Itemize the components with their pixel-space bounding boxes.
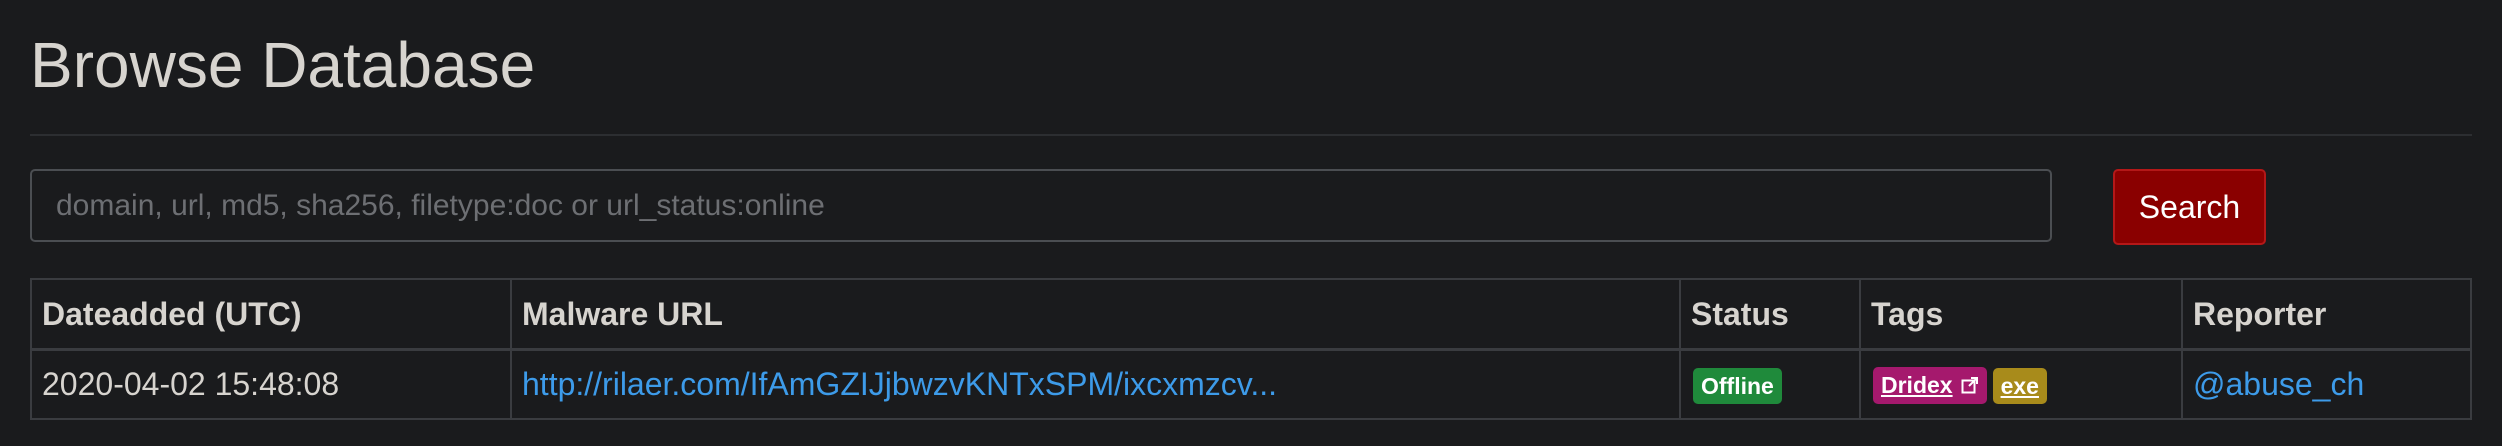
column-header-reporter[interactable]: Reporter <box>2181 278 2472 351</box>
tag-badge-dridex[interactable]: Dridex <box>1873 367 1987 404</box>
column-header-dateadded[interactable]: Dateadded (UTC) <box>30 278 512 351</box>
dateadded-cell: 2020-04-02 15:48:08 <box>30 348 512 420</box>
browse-database-page: Browse Database Search Dateadded (UTC) M… <box>0 0 2502 446</box>
malware-url-link[interactable]: http://rilaer.com/IfAmGZIJjbwzvKNTxSPM/i… <box>522 366 1277 402</box>
tags-cell: Dridex exe <box>1859 348 2183 420</box>
title-divider <box>30 134 2472 136</box>
reporter-cell: @abuse_ch <box>2181 348 2472 420</box>
page-title: Browse Database <box>30 29 536 101</box>
search-input[interactable] <box>30 169 2052 242</box>
results-table: Dateadded (UTC) Malware URL Status Tags … <box>30 278 2472 420</box>
table-row: 2020-04-02 15:48:08 http://rilaer.com/If… <box>30 348 2472 420</box>
table-header-row: Dateadded (UTC) Malware URL Status Tags … <box>30 278 2472 351</box>
malware-url-cell: http://rilaer.com/IfAmGZIJjbwzvKNTxSPM/i… <box>510 348 1681 420</box>
status-badge: Offline <box>1693 367 1782 404</box>
column-header-tags[interactable]: Tags <box>1859 278 2183 351</box>
external-link-icon <box>1961 374 1979 398</box>
status-cell: Offline <box>1679 348 1861 420</box>
search-button[interactable]: Search <box>2113 169 2266 245</box>
reporter-link[interactable]: @abuse_ch <box>2193 366 2364 402</box>
tag-badge-exe[interactable]: exe <box>1992 367 2047 404</box>
column-header-malware-url[interactable]: Malware URL <box>510 278 1681 351</box>
column-header-status[interactable]: Status <box>1679 278 1861 351</box>
tag-label: Dridex <box>1881 372 1953 399</box>
